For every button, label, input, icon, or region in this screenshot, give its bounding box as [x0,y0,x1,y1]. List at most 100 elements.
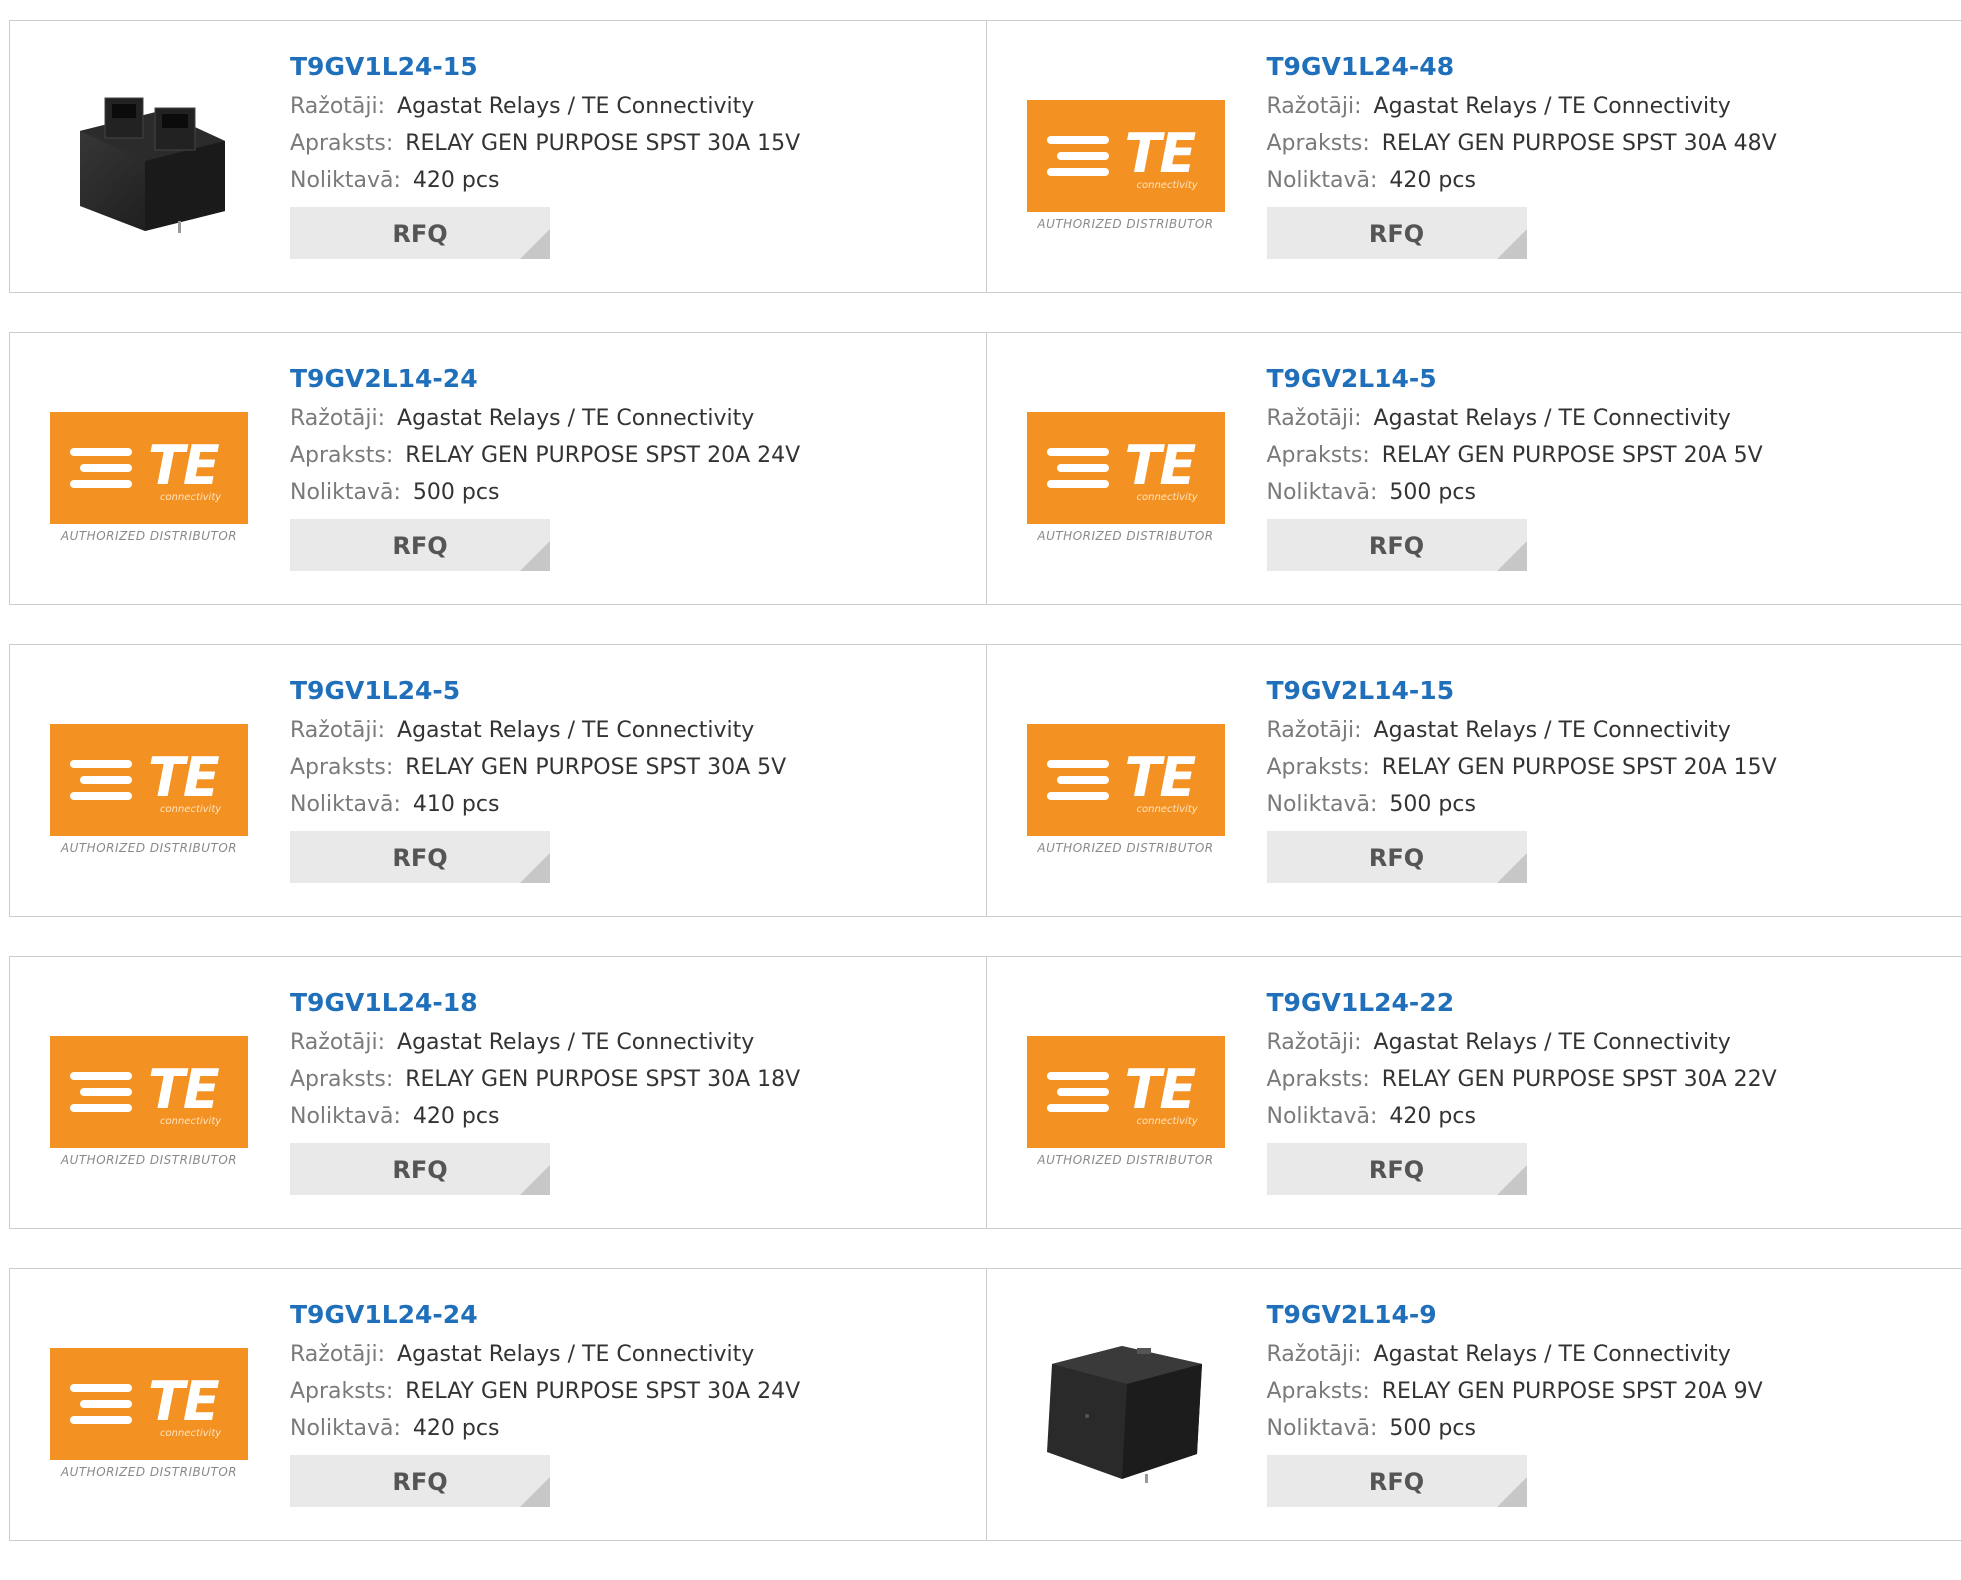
product-row: TE connectivity AUTHORIZED DISTRIBUTOR T… [9,1268,1961,1541]
stock-label: Noliktavā: [1267,1416,1378,1441]
product-image[interactable]: TE connectivity AUTHORIZED DISTRIBUTOR [50,1022,250,1172]
te-tagline: connectivity [160,804,221,815]
te-wordmark: TE [1125,746,1195,809]
product-part-link[interactable]: T9GV2L14-5 [1267,361,1763,397]
product-image[interactable] [1027,1334,1227,1484]
product-card: TE connectivity AUTHORIZED DISTRIBUTOR T… [986,645,1961,916]
description-value: RELAY GEN PURPOSE SPST 20A 24V [405,443,800,468]
description-label: Apraksts: [290,443,393,468]
authorized-distributor-text: AUTHORIZED DISTRIBUTOR [50,841,248,855]
te-logo-badge: TE connectivity [1027,412,1225,524]
te-wordmark: TE [148,1058,218,1121]
description-label: Apraksts: [1267,1379,1370,1404]
product-image[interactable]: TE connectivity AUTHORIZED DISTRIBUTOR [1027,710,1227,860]
stock-value: 420 pcs [413,168,500,193]
te-tagline: connectivity [1137,180,1198,191]
te-connectivity-logo: TE connectivity AUTHORIZED DISTRIBUTOR [1027,100,1225,240]
rfq-corner-decoration [1497,229,1527,259]
rfq-button[interactable]: RFQ [1267,1143,1527,1195]
te-wordmark: TE [148,1370,218,1433]
product-info: T9GV2L14-15 Ražotāji:Agastat Relays / TE… [1267,673,1777,883]
rfq-corner-decoration [520,1477,550,1507]
product-part-link[interactable]: T9GV1L24-18 [290,985,800,1021]
rfq-corner-decoration [520,229,550,259]
stock-row: Noliktavā:420 pcs [1267,162,1777,199]
product-part-link[interactable]: T9GV1L24-48 [1267,49,1777,85]
rfq-label: RFQ [392,220,447,248]
rfq-label: RFQ [1369,1468,1424,1496]
description-value: RELAY GEN PURPOSE SPST 30A 22V [1382,1067,1777,1092]
product-card: T9GV2L14-9 Ražotāji:Agastat Relays / TE … [986,1269,1961,1540]
product-part-link[interactable]: T9GV2L14-15 [1267,673,1777,709]
te-connectivity-logo: TE connectivity AUTHORIZED DISTRIBUTOR [50,1036,248,1176]
product-part-link[interactable]: T9GV1L24-24 [290,1297,800,1333]
manufacturer-row: Ražotāji:Agastat Relays / TE Connectivit… [290,1024,800,1061]
stock-label: Noliktavā: [290,1104,401,1129]
te-tagline: connectivity [160,492,221,503]
product-part-link[interactable]: T9GV1L24-5 [290,673,786,709]
stock-row: Noliktavā:420 pcs [290,162,800,199]
stock-row: Noliktavā:500 pcs [1267,786,1777,823]
product-info: T9GV2L14-5 Ražotāji:Agastat Relays / TE … [1267,361,1763,571]
rfq-label: RFQ [1369,532,1424,560]
manufacturer-label: Ražotāji: [290,406,385,431]
manufacturer-label: Ražotāji: [1267,1342,1362,1367]
product-part-link[interactable]: T9GV1L24-15 [290,49,800,85]
stock-value: 500 pcs [1389,480,1476,505]
product-card: TE connectivity AUTHORIZED DISTRIBUTOR T… [986,21,1961,292]
rfq-button[interactable]: RFQ [290,1455,550,1507]
product-card: TE connectivity AUTHORIZED DISTRIBUTOR T… [986,957,1961,1228]
product-image[interactable]: TE connectivity AUTHORIZED DISTRIBUTOR [50,1334,250,1484]
te-logo-badge: TE connectivity [50,724,248,836]
authorized-distributor-text: AUTHORIZED DISTRIBUTOR [50,1153,248,1167]
manufacturer-label: Ražotāji: [1267,718,1362,743]
product-image[interactable]: TE connectivity AUTHORIZED DISTRIBUTOR [50,710,250,860]
product-image[interactable]: TE connectivity AUTHORIZED DISTRIBUTOR [50,398,250,548]
stock-label: Noliktavā: [1267,792,1378,817]
product-info: T9GV2L14-9 Ražotāji:Agastat Relays / TE … [1267,1297,1763,1507]
manufacturer-label: Ražotāji: [1267,94,1362,119]
rfq-button[interactable]: RFQ [290,207,550,259]
rfq-button[interactable]: RFQ [290,1143,550,1195]
relay-photo [1027,1334,1227,1484]
product-image[interactable] [50,86,250,236]
rfq-button[interactable]: RFQ [1267,831,1527,883]
te-tagline: connectivity [1137,492,1198,503]
description-row: Apraksts:RELAY GEN PURPOSE SPST 20A 9V [1267,1373,1763,1410]
te-tagline: connectivity [1137,804,1198,815]
product-part-link[interactable]: T9GV2L14-9 [1267,1297,1763,1333]
te-logo-badge: TE connectivity [50,1036,248,1148]
rfq-label: RFQ [392,1468,447,1496]
description-value: RELAY GEN PURPOSE SPST 30A 24V [405,1379,800,1404]
manufacturer-label: Ražotāji: [290,94,385,119]
product-part-link[interactable]: T9GV2L14-24 [290,361,800,397]
te-logo-badge: TE connectivity [1027,100,1225,212]
te-wordmark: TE [148,746,218,809]
manufacturer-label: Ražotāji: [290,718,385,743]
manufacturer-label: Ražotāji: [1267,406,1362,431]
manufacturer-row: Ražotāji:Agastat Relays / TE Connectivit… [1267,712,1777,749]
authorized-distributor-text: AUTHORIZED DISTRIBUTOR [1027,217,1225,231]
te-logo-badge: TE connectivity [50,412,248,524]
product-card: TE connectivity AUTHORIZED DISTRIBUTOR T… [986,333,1961,604]
description-label: Apraksts: [290,131,393,156]
authorized-distributor-text: AUTHORIZED DISTRIBUTOR [1027,529,1225,543]
stock-label: Noliktavā: [290,792,401,817]
manufacturer-row: Ražotāji:Agastat Relays / TE Connectivit… [290,712,786,749]
product-card: TE connectivity AUTHORIZED DISTRIBUTOR T… [10,333,986,604]
rfq-button[interactable]: RFQ [290,519,550,571]
rfq-button[interactable]: RFQ [1267,519,1527,571]
product-part-link[interactable]: T9GV1L24-22 [1267,985,1777,1021]
product-image[interactable]: TE connectivity AUTHORIZED DISTRIBUTOR [1027,1022,1227,1172]
rfq-button[interactable]: RFQ [1267,1455,1527,1507]
description-value: RELAY GEN PURPOSE SPST 30A 5V [405,755,786,780]
stock-value: 420 pcs [413,1104,500,1129]
te-tagline: connectivity [160,1116,221,1127]
description-value: RELAY GEN PURPOSE SPST 20A 15V [1382,755,1777,780]
product-image[interactable]: TE connectivity AUTHORIZED DISTRIBUTOR [1027,86,1227,236]
stock-value: 500 pcs [413,480,500,505]
manufacturer-row: Ražotāji:Agastat Relays / TE Connectivit… [1267,400,1763,437]
rfq-button[interactable]: RFQ [1267,207,1527,259]
product-image[interactable]: TE connectivity AUTHORIZED DISTRIBUTOR [1027,398,1227,548]
rfq-button[interactable]: RFQ [290,831,550,883]
